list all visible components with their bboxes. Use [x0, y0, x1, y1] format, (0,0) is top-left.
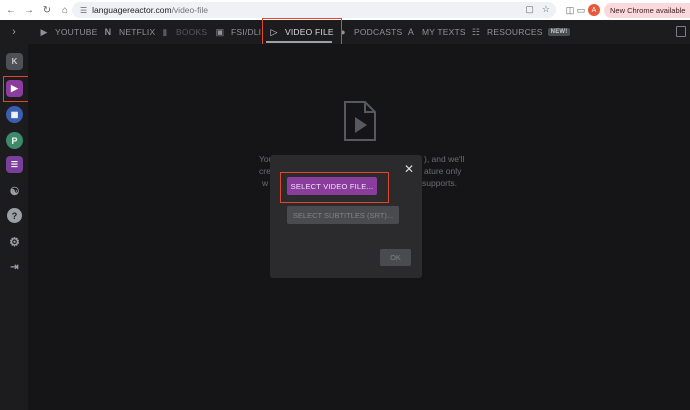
- sidebar-item-activity[interactable]: ☯: [6, 183, 23, 200]
- tab-books[interactable]: ▮ BOOKS: [159, 20, 207, 44]
- tab-label: FSI/DLI: [231, 27, 262, 37]
- back-arrow-icon[interactable]: ←: [4, 3, 18, 17]
- tab-label: NETFLIX: [119, 27, 156, 37]
- tab-label: MY TEXTS: [422, 27, 466, 37]
- ok-button[interactable]: OK: [380, 249, 411, 266]
- tab-netflix[interactable]: N NETFLIX: [102, 20, 156, 44]
- close-icon[interactable]: ✕: [402, 162, 416, 176]
- chevron-right-icon[interactable]: ›: [8, 25, 20, 39]
- gear-icon: ⚙: [9, 234, 20, 249]
- p-icon: P: [11, 135, 18, 146]
- bookmark-star-icon[interactable]: ☆: [542, 4, 550, 15]
- help-icon: ?: [11, 210, 18, 221]
- home-icon[interactable]: ⌂: [58, 3, 72, 17]
- book-icon: ▮: [162, 26, 168, 37]
- sidebar-item-list[interactable]: ☰: [6, 156, 23, 173]
- play-icon: ▶: [11, 83, 18, 93]
- tab-youtube[interactable]: ▶ YOUTUBE: [38, 20, 98, 44]
- tab-label: YOUTUBE: [55, 27, 98, 37]
- list-icon: ☰: [10, 160, 19, 169]
- sidebar-item-chat[interactable]: ▦: [6, 106, 23, 123]
- resources-icon: ☷: [471, 26, 481, 37]
- logout-icon: ⇥: [10, 262, 19, 273]
- sidepanel-icon[interactable]: ▭: [574, 3, 588, 17]
- video-file-icon: [344, 101, 376, 141]
- intro-text-line3-left: w: [262, 178, 269, 188]
- new-badge: NEW!: [547, 28, 571, 36]
- site-info-icon[interactable]: ☰: [80, 6, 87, 15]
- chat-icon: ▦: [10, 110, 19, 119]
- chrome-update-button[interactable]: New Chrome available: [604, 3, 690, 18]
- panel-toggle-icon[interactable]: [676, 26, 686, 37]
- address-bar[interactable]: ☰ languagereactor.com /video-file ▢ ☆: [72, 2, 556, 18]
- sidebar-item-video[interactable]: ▶: [6, 80, 23, 97]
- forward-arrow-icon[interactable]: →: [22, 3, 36, 17]
- video-file-dialog: ✕ SELECT VIDEO FILE... SELECT SUBTITLES …: [270, 155, 422, 278]
- sidebar-item-settings[interactable]: ⚙: [6, 233, 23, 250]
- intro-text-line2-right: ature only: [424, 166, 462, 176]
- sidebar-item-k[interactable]: K: [6, 53, 23, 70]
- running-figure-icon: ☯: [9, 186, 20, 198]
- tab-label: BOOKS: [176, 27, 208, 37]
- tab-label: RESOURCES: [487, 27, 543, 37]
- tab-label: PODCASTS: [354, 27, 403, 37]
- profile-avatar[interactable]: A: [588, 4, 600, 16]
- video-file-icon: ▷: [270, 26, 278, 37]
- document-icon: ▣: [215, 26, 225, 37]
- sidebar-item-p[interactable]: P: [6, 132, 23, 149]
- tab-label: VIDEO FILE: [285, 27, 334, 37]
- tab-resources[interactable]: ☷ RESOURCES NEW!: [470, 20, 571, 44]
- intro-text-line3-right: supports.: [422, 178, 457, 188]
- youtube-icon: ▶: [40, 26, 48, 37]
- intro-text-line1-right: ), and we'll: [424, 154, 465, 164]
- tab-fsi-dli[interactable]: ▣ FSI/DLI: [214, 20, 261, 44]
- app-top-nav: › ▶ YOUTUBE N NETFLIX ▮ BOOKS ▣ FSI/DLI …: [0, 20, 690, 44]
- sidebar-item-help[interactable]: ?: [7, 208, 22, 223]
- cast-icon[interactable]: ▢: [525, 4, 534, 15]
- sidebar: K ▶ ▦ P ☰ ☯ ? ⚙ ⇥: [0, 44, 28, 410]
- select-subtitles-button[interactable]: SELECT SUBTITLES (SRT)...: [287, 206, 399, 224]
- url-path: /video-file: [171, 5, 208, 15]
- tab-podcasts[interactable]: ● PODCASTS: [337, 20, 402, 44]
- k-icon: K: [11, 57, 18, 66]
- sidebar-item-logout[interactable]: ⇥: [6, 259, 23, 276]
- tab-my-texts[interactable]: A MY TEXTS: [405, 20, 466, 44]
- text-icon: A: [407, 27, 415, 37]
- url-host: languagereactor.com: [92, 5, 172, 15]
- microphone-icon: ●: [340, 27, 346, 37]
- browser-toolbar: ← → ↻ ⌂ ☰ languagereactor.com /video-fil…: [0, 0, 690, 20]
- active-tab-indicator: [266, 41, 332, 43]
- netflix-icon: N: [104, 27, 112, 37]
- reload-icon[interactable]: ↻: [40, 3, 54, 17]
- select-video-file-button[interactable]: SELECT VIDEO FILE...: [287, 177, 377, 195]
